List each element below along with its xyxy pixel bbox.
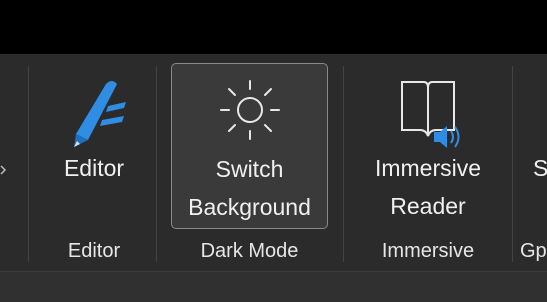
app-window: Editor Switch Background Immersive Reade… (0, 0, 547, 302)
title-bar (0, 0, 547, 54)
group-separator (343, 66, 344, 262)
group-label-editor: Editor (67, 240, 121, 262)
immersive-reader-label-line2: Reader (390, 193, 466, 219)
switch-background-label-line1: Switch (215, 156, 284, 182)
group-label-immersive: Immersive (381, 240, 475, 262)
editor-button-label: Editor (63, 155, 125, 181)
group-separator (512, 66, 513, 262)
editor-button[interactable]: Editor (40, 64, 148, 232)
document-area (0, 271, 547, 302)
cut-off-ribbon-button[interactable]: S (533, 149, 547, 187)
switch-background-label-line2: Background (188, 194, 311, 220)
immersive-reader-button[interactable]: Immersive Reader (356, 64, 500, 232)
switch-background-button[interactable]: Switch Background (171, 63, 328, 229)
immersive-reader-label-line1: Immersive (374, 155, 482, 181)
sun-icon (212, 72, 288, 148)
group-separator (28, 66, 29, 262)
group-separator (156, 66, 157, 262)
immersive-reader-icon (388, 72, 468, 152)
editor-pen-icon (54, 74, 134, 154)
scroll-left-chevron-icon[interactable] (0, 160, 8, 180)
group-label-dark-mode: Dark Mode (200, 240, 299, 262)
group-label-cut-off: Gp (520, 240, 547, 262)
